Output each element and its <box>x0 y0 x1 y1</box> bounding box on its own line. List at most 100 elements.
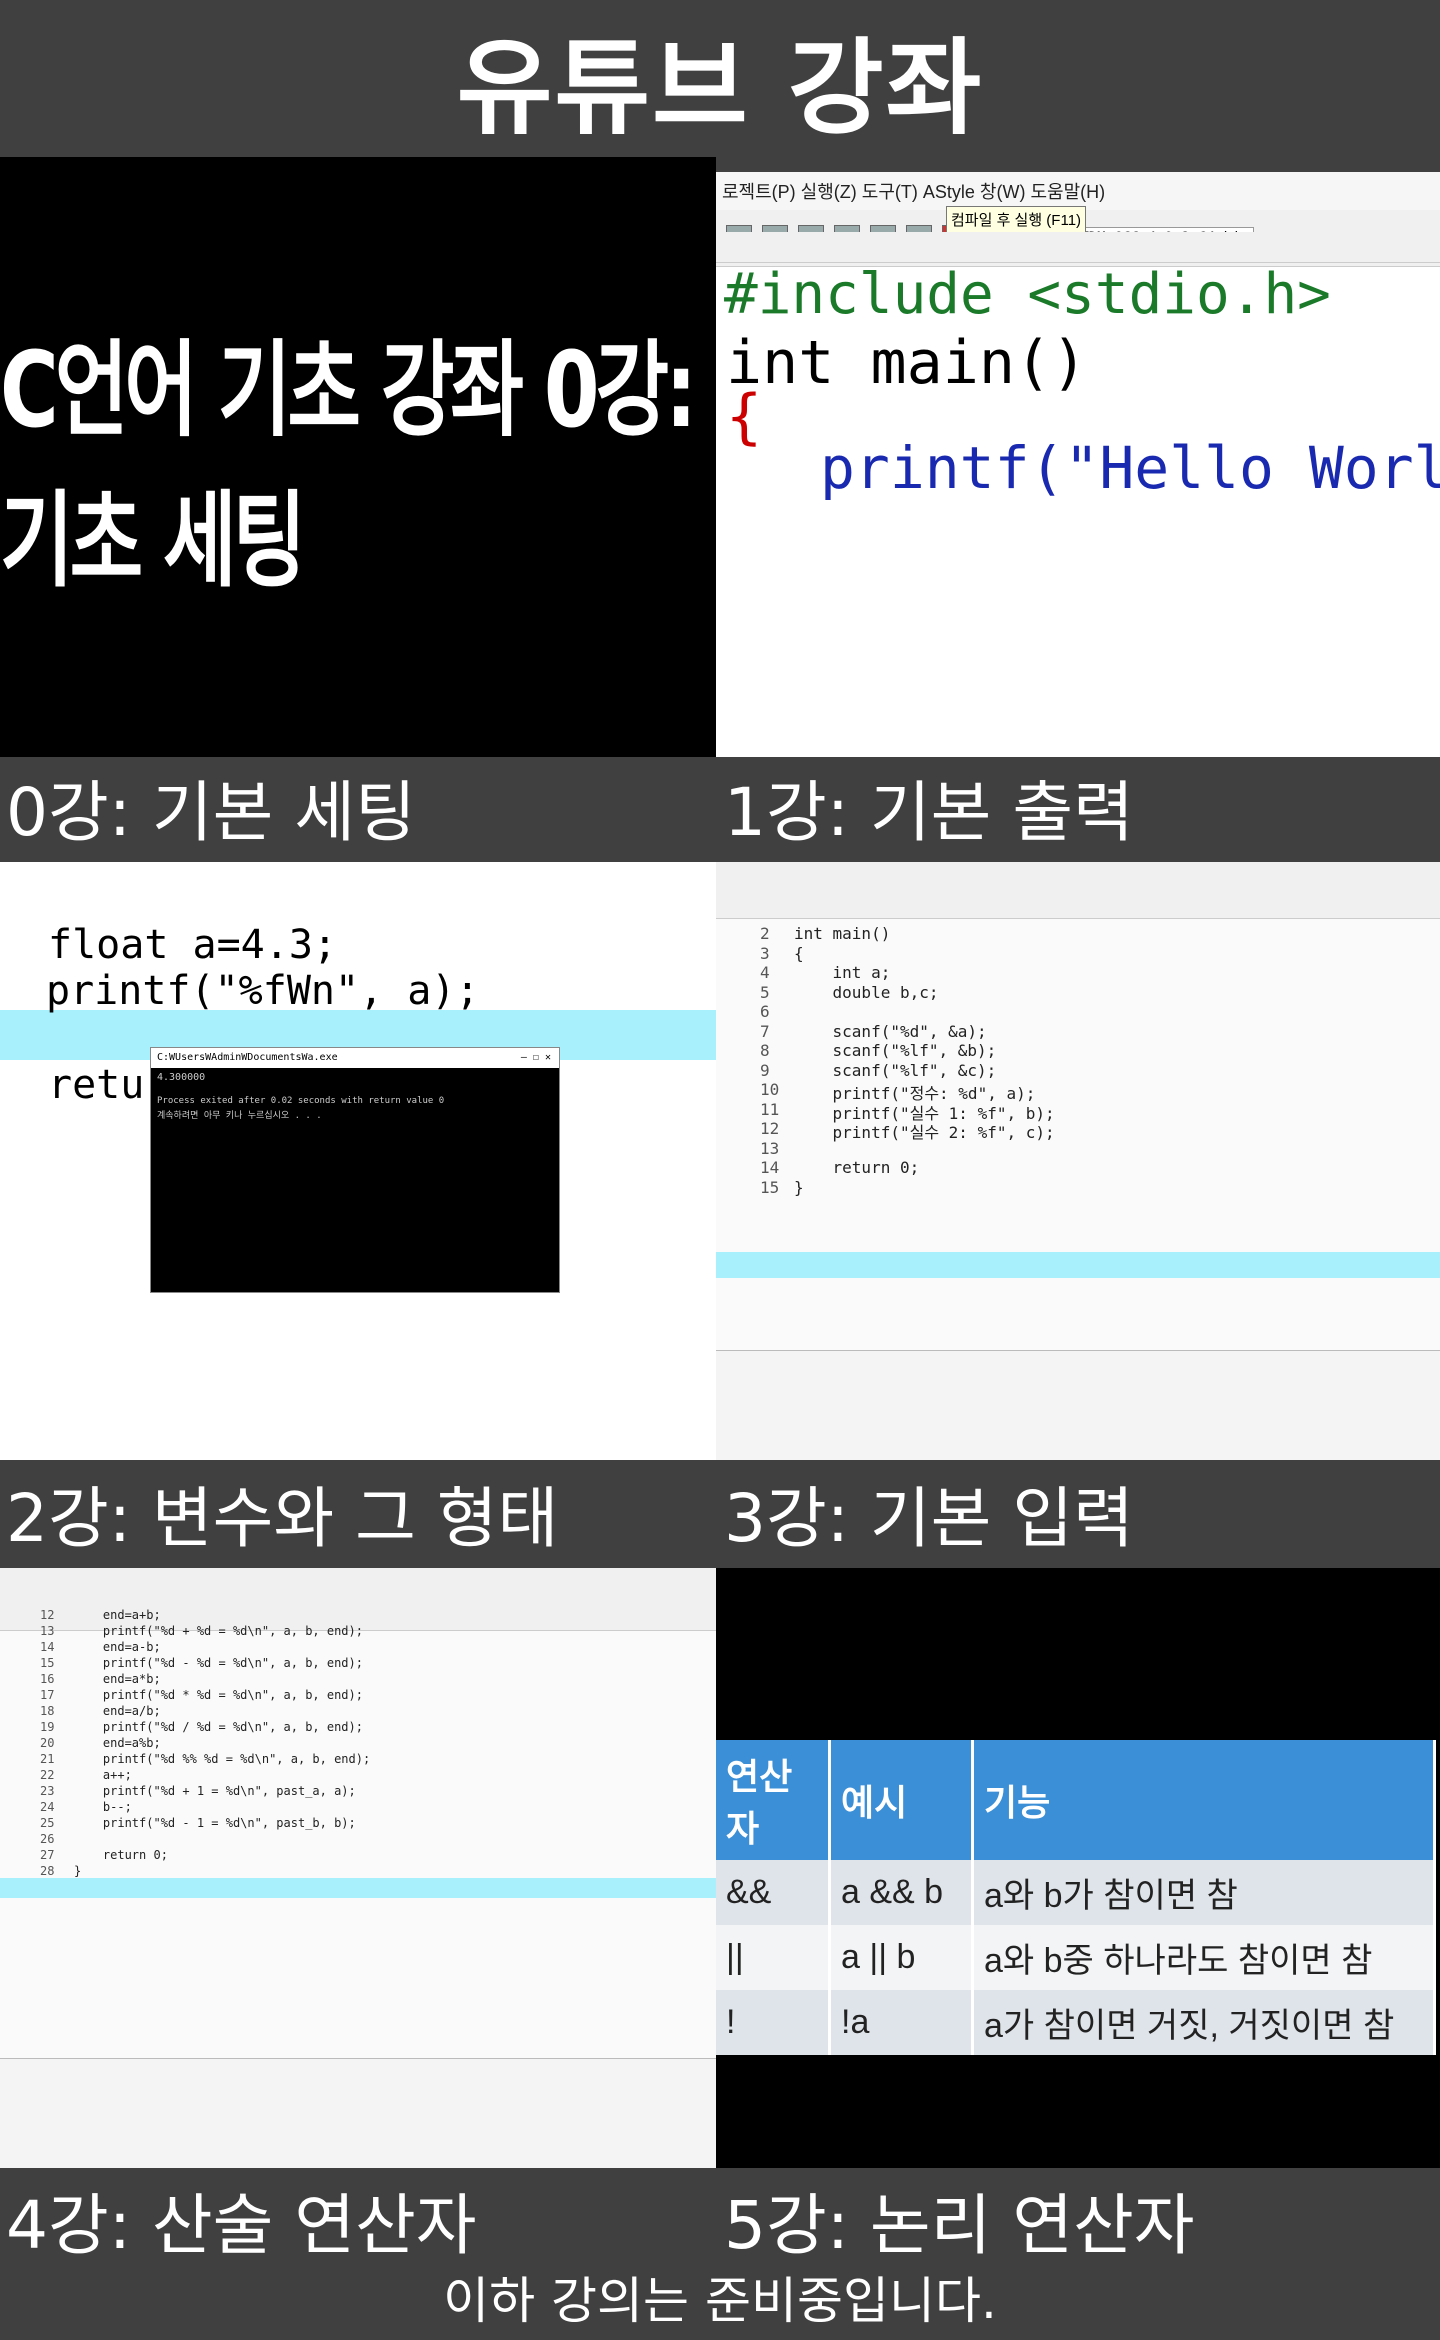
table-cell: || <box>716 1925 831 1990</box>
line-number: 14 <box>40 1640 55 1654</box>
line-number: 14 <box>760 1158 780 1177</box>
line-number: 6 <box>760 1002 770 1021</box>
code-line: printf("%d %% %d = %d\n", a, b, end); <box>74 1752 371 1766</box>
lecture-3-caption[interactable]: 3강: 기본 입력 <box>724 1486 1134 1552</box>
tooltip: 컴파일 후 실행 (F11) <box>946 206 1087 233</box>
lecture-0-thumbnail[interactable]: C언어 기초 강좌 0강: 기초 세팅 <box>0 157 716 757</box>
lecture-2-caption[interactable]: 2강: 변수와 그 형태 <box>6 1486 558 1552</box>
code-line: end=a*b; <box>74 1672 161 1686</box>
code-line: b--; <box>74 1800 132 1814</box>
code-line: double b,c; <box>794 982 939 1002</box>
code-line: float a=4.3; <box>48 922 337 968</box>
code-line: printf("%d - 1 = %d\n", past_b, b); <box>74 1816 356 1830</box>
line-number: 19 <box>40 1720 55 1734</box>
operator-table: 연산자 예시 기능 && a && b a와 b가 참이면 참 || a || … <box>716 1740 1436 2055</box>
code-line: end=a-b; <box>74 1640 161 1654</box>
line-highlight <box>716 1252 1440 1278</box>
table-cell: a && b <box>829 1860 974 1925</box>
window-controls-icon[interactable]: — ☐ ✕ <box>521 1048 559 1068</box>
ide-menubar: 로젝트(P) 실행(Z) 도구(T) AStyle 창(W) 도움말(H) <box>716 172 1440 210</box>
line-number: 16 <box>40 1672 55 1686</box>
line-number: 17 <box>40 1688 55 1702</box>
class-browser-bar <box>716 232 1440 263</box>
lecture-1-caption[interactable]: 1강: 기본 출력 <box>724 780 1134 846</box>
ide-toolbar <box>716 862 1440 919</box>
code-line: int main() <box>726 328 1088 398</box>
console-line: Process exited after 0.02 seconds with r… <box>157 1096 445 1106</box>
code-line: printf("Hello World!"); <box>820 434 1440 502</box>
console-line: 계속하려면 아무 키나 누르십시오 . . . <box>157 1111 322 1121</box>
code-line: printf("%d + 1 = %d\n", past_a, a); <box>74 1784 356 1798</box>
table-row: || a || b a와 b중 하나라도 참이면 참 <box>716 1925 1436 1990</box>
code-line: int main() <box>794 924 891 943</box>
page-title: 유튜브 강좌 <box>0 0 1440 157</box>
console-title: C:WUsersWAdminWDocumentsWa.exe <box>157 1052 338 1063</box>
line-number: 13 <box>40 1624 55 1638</box>
code-line: { <box>726 382 763 452</box>
compile-log-panel <box>0 2058 716 2168</box>
lecture-5-thumbnail[interactable]: 연산자 예시 기능 && a && b a와 b가 참이면 참 || a || … <box>716 1568 1440 2168</box>
code-line: end=a+b; <box>74 1608 161 1622</box>
code-line: printf("%d / %d = %d\n", a, b, end); <box>74 1720 363 1734</box>
code-line: end=a%b; <box>74 1736 161 1750</box>
table-cell: ! <box>716 1990 831 2055</box>
code-line: scanf("%lf", &c); <box>794 1060 997 1080</box>
line-number: 28 <box>40 1864 55 1878</box>
code-line: a++; <box>74 1768 132 1782</box>
lecture-0-caption[interactable]: 0강: 기본 세팅 <box>6 780 416 846</box>
line-number: 8 <box>760 1041 770 1060</box>
code-line: printf("%d + %d = %d\n", a, b, end); <box>74 1624 363 1638</box>
line-number: 13 <box>760 1138 780 1158</box>
table-header: 예시 <box>829 1740 974 1860</box>
line-number: 4 <box>760 963 770 982</box>
line-number: 5 <box>760 982 770 1002</box>
code-line: #include <stdio.h> <box>724 262 1331 327</box>
lecture-3-thumbnail[interactable]: 2 int main() 3 {4 int a; 5 double b,c; 6 7 sca… <box>716 862 1440 1460</box>
line-number: 22 <box>40 1768 55 1782</box>
console-line: 4.300000 <box>157 1072 206 1083</box>
table-header: 기능 <box>972 1740 1436 1860</box>
line-number: 3 <box>760 943 770 963</box>
table-cell: a와 b중 하나라도 참이면 참 <box>972 1925 1436 1990</box>
code-line: { <box>794 943 804 963</box>
compile-log-panel <box>716 1350 1440 1460</box>
line-number: 21 <box>40 1752 55 1766</box>
code-line: int a; <box>794 963 891 982</box>
line-number: 18 <box>40 1704 55 1718</box>
lecture-5-caption[interactable]: 5강: 논리 연산자 <box>724 2193 1195 2259</box>
line-number: 2 <box>760 924 770 943</box>
table-cell: a와 b가 참이면 참 <box>972 1860 1436 1925</box>
line-number: 15 <box>760 1177 780 1197</box>
table-cell: && <box>716 1860 831 1925</box>
line-number: 25 <box>40 1816 55 1830</box>
thumbnail-title-text: C언어 기초 강좌 0강: 기초 세팅 <box>0 329 697 602</box>
code-line: end=a/b; <box>74 1704 161 1718</box>
line-number: 24 <box>40 1800 55 1814</box>
line-number: 23 <box>40 1784 55 1798</box>
line-number: 9 <box>760 1060 770 1080</box>
lecture-2-thumbnail[interactable]: float a=4.3; printf("%fWn", a); return C… <box>0 862 716 1460</box>
code-line: printf("%d * %d = %d\n", a, b, end); <box>74 1688 363 1702</box>
lecture-4-thumbnail[interactable]: 12 end=a+b; 13 printf("%d + %d = %d\n", a… <box>0 1568 716 2168</box>
lecture-1-thumbnail[interactable]: 로젝트(P) 실행(Z) 도구(T) AStyle 창(W) 도움말(H) ✔ … <box>716 172 1440 757</box>
code-line: printf("실수 2: %f", c); <box>794 1123 1055 1142</box>
console-window[interactable]: C:WUsersWAdminWDocumentsWa.exe — ☐ ✕ 4.3… <box>150 1047 560 1293</box>
line-number: 10 <box>760 1080 780 1099</box>
lecture-4-caption[interactable]: 4강: 산술 연산자 <box>6 2193 477 2259</box>
line-number: 15 <box>40 1656 55 1670</box>
table-row: && a && b a와 b가 참이면 참 <box>716 1860 1436 1925</box>
code-line: scanf("%lf", &b); <box>794 1041 997 1060</box>
code-line: scanf("%d", &a); <box>794 1021 987 1041</box>
table-cell: a || b <box>829 1925 974 1990</box>
line-number: 12 <box>40 1608 55 1622</box>
code-line: printf("%fWn", a); <box>46 968 480 1014</box>
code-line: return 0; <box>74 1848 168 1862</box>
table-cell: a가 참이면 거짓, 거짓이면 참 <box>972 1990 1436 2055</box>
line-number: 20 <box>40 1736 55 1750</box>
table-header: 연산자 <box>716 1740 831 1860</box>
code-line: } <box>74 1864 82 1878</box>
code-line: } <box>794 1177 804 1197</box>
line-highlight <box>0 1878 716 1898</box>
table-row: ! !a a가 참이면 거짓, 거짓이면 참 <box>716 1990 1436 2055</box>
footer-note: 이하 강의는 준비중입니다. <box>443 2272 997 2330</box>
